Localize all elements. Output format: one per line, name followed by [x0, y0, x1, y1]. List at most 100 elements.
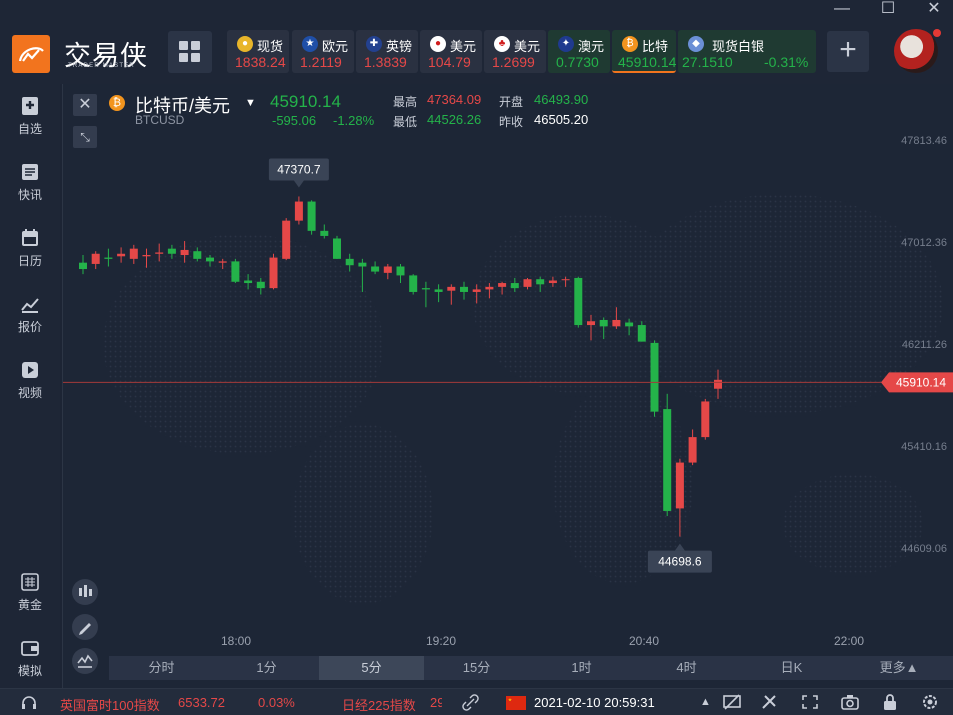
timeframe-tab[interactable]: 15分: [424, 656, 529, 680]
candle-body: [307, 201, 316, 231]
y-tick-label: 44609.06: [901, 543, 947, 555]
symbol-change-pct: -1.28%: [333, 113, 375, 128]
x-tick-label: 19:20: [426, 634, 456, 648]
candle-body: [282, 220, 291, 259]
candle-body: [231, 261, 240, 282]
candle-body: [193, 251, 202, 259]
high-marker-label: 47370.7: [277, 162, 321, 176]
lock-icon[interactable]: [880, 693, 900, 711]
sidebar-item-quotes[interactable]: 报价: [0, 294, 60, 335]
gold-icon: ●: [237, 36, 253, 52]
tools-icon[interactable]: [760, 693, 780, 711]
symbol-price: 45910.14: [270, 92, 341, 111]
candle-body: [333, 238, 341, 259]
world-map-background: [103, 194, 943, 604]
candle-body: [485, 286, 494, 290]
candle-body: [612, 319, 621, 327]
y-tick-label: 46211.26: [902, 339, 947, 351]
sidebar-item-news[interactable]: 快讯: [0, 162, 60, 203]
top-bar: — ☐ ✕ 交易侠 TRADER MASTER ● 现货 1838.24 ★ 欧…: [0, 0, 953, 84]
timeframe-tab[interactable]: 1分: [214, 656, 319, 680]
candle-body: [561, 279, 570, 281]
candle-body: [447, 286, 456, 291]
candle-body: [663, 409, 672, 511]
candle-body: [79, 262, 87, 270]
avatar[interactable]: [894, 29, 938, 73]
close-window-button[interactable]: ✕: [924, 0, 944, 18]
indicator-button[interactable]: [72, 648, 98, 674]
timeframe-tab-active[interactable]: 5分: [319, 656, 424, 680]
ticker-btcusd[interactable]: ₿ 比特 45910.14: [612, 30, 676, 73]
headset-icon[interactable]: [20, 694, 38, 712]
candle-body: [167, 248, 176, 254]
expand-icon[interactable]: [800, 693, 820, 711]
timeframe-tab[interactable]: 日K: [739, 656, 844, 680]
uk-flag-icon: ✚: [366, 36, 382, 52]
more-timeframes-button[interactable]: 更多▲: [844, 656, 953, 680]
eu-flag-icon: ★: [302, 36, 318, 52]
open-value: 46493.90: [534, 92, 589, 107]
watchlist-icon: [22, 97, 38, 115]
candle-body: [358, 262, 367, 267]
status-ticker1-name[interactable]: 英国富时100指数: [60, 695, 160, 714]
ticker-eurusd[interactable]: ★ 欧元 1.2119: [292, 30, 354, 73]
sidebar-item-gold[interactable]: 黄金: [0, 572, 60, 613]
candle-type-button[interactable]: [72, 579, 98, 605]
silver-icon: ◆: [688, 36, 704, 52]
sidebar-item-watchlist[interactable]: 自选: [0, 96, 60, 137]
y-tick-label: 47813.46: [901, 135, 947, 147]
ticker-gold[interactable]: ● 现货 1838.24: [227, 30, 289, 73]
status-ticker2-name[interactable]: 日经225指数: [342, 695, 416, 714]
candle-body: [409, 275, 418, 292]
candle-body: [269, 257, 278, 289]
news-icon: [22, 164, 38, 180]
candle-body: [675, 462, 684, 509]
status-datetime: 2021-02-10 20:59:31: [534, 695, 655, 710]
timeframe-tab[interactable]: 分时: [109, 656, 214, 680]
candle-body: [625, 322, 634, 327]
settings-icon[interactable]: [920, 693, 940, 711]
candle-body: [434, 289, 443, 292]
pencil-icon: [79, 623, 91, 635]
close-chart-button[interactable]: ✕: [73, 94, 97, 116]
candle-body: [206, 257, 214, 262]
x-tick-label: 20:40: [629, 634, 659, 648]
candle-body: [155, 252, 164, 254]
status-ticker1-change: 0.03%: [258, 695, 295, 710]
draw-tool-button[interactable]: [72, 614, 98, 640]
grid-icon: [179, 41, 188, 50]
candlestick-chart[interactable]: 47813.46 47012.36 46211.26 45410.16 44609.06…: [63, 84, 953, 656]
timeframe-tab[interactable]: 1时: [529, 656, 634, 680]
caret-down-icon[interactable]: ▼: [245, 97, 256, 109]
status-bar: 英国富时100指数 6533.72 0.03% 日经225指数 29 2021-…: [0, 688, 953, 715]
ticker-silver[interactable]: ◆ 现货白银 27.1510 -0.31%: [678, 30, 816, 73]
candle-body: [396, 266, 405, 276]
candle-body: [180, 249, 189, 256]
candle-body: [129, 248, 138, 259]
timeframe-bar: 分时 1分 5分 15分 1时 4时 日K 更多▲: [109, 656, 953, 680]
candle-body: [383, 266, 392, 273]
symbol-change: -595.06: [272, 113, 317, 128]
timeframe-tab[interactable]: 4时: [634, 656, 739, 680]
maximize-button[interactable]: ☐: [878, 0, 898, 18]
caret-up-icon[interactable]: ▲: [700, 696, 711, 708]
add-ticker-button[interactable]: +: [827, 31, 869, 72]
ticker-gbpusd[interactable]: ✚ 英镑 1.3839: [356, 30, 418, 73]
sidebar-item-video[interactable]: 视频: [0, 360, 60, 401]
sidebar-item-simulate[interactable]: 模拟: [0, 638, 60, 679]
camera-icon[interactable]: [840, 693, 860, 711]
x-tick-label: 18:00: [221, 634, 251, 648]
candle-body: [91, 253, 100, 264]
grid-icon: [191, 53, 200, 62]
minimize-button[interactable]: —: [832, 0, 852, 18]
layout-grid-button[interactable]: [168, 31, 212, 73]
no-screen-icon[interactable]: [722, 693, 742, 711]
collapse-icon[interactable]: ⤡: [73, 126, 97, 148]
sidebar-item-calendar[interactable]: 日历: [0, 228, 60, 269]
candle-body: [536, 279, 545, 285]
grid-icon: [179, 53, 188, 62]
link-icon[interactable]: [462, 694, 480, 712]
ticker-usdjpy[interactable]: ● 美元 104.79: [420, 30, 482, 73]
ticker-audusd[interactable]: ✦ 澳元 0.7730: [548, 30, 610, 73]
ticker-usdcad[interactable]: ♣ 美元 1.2699: [484, 30, 546, 73]
